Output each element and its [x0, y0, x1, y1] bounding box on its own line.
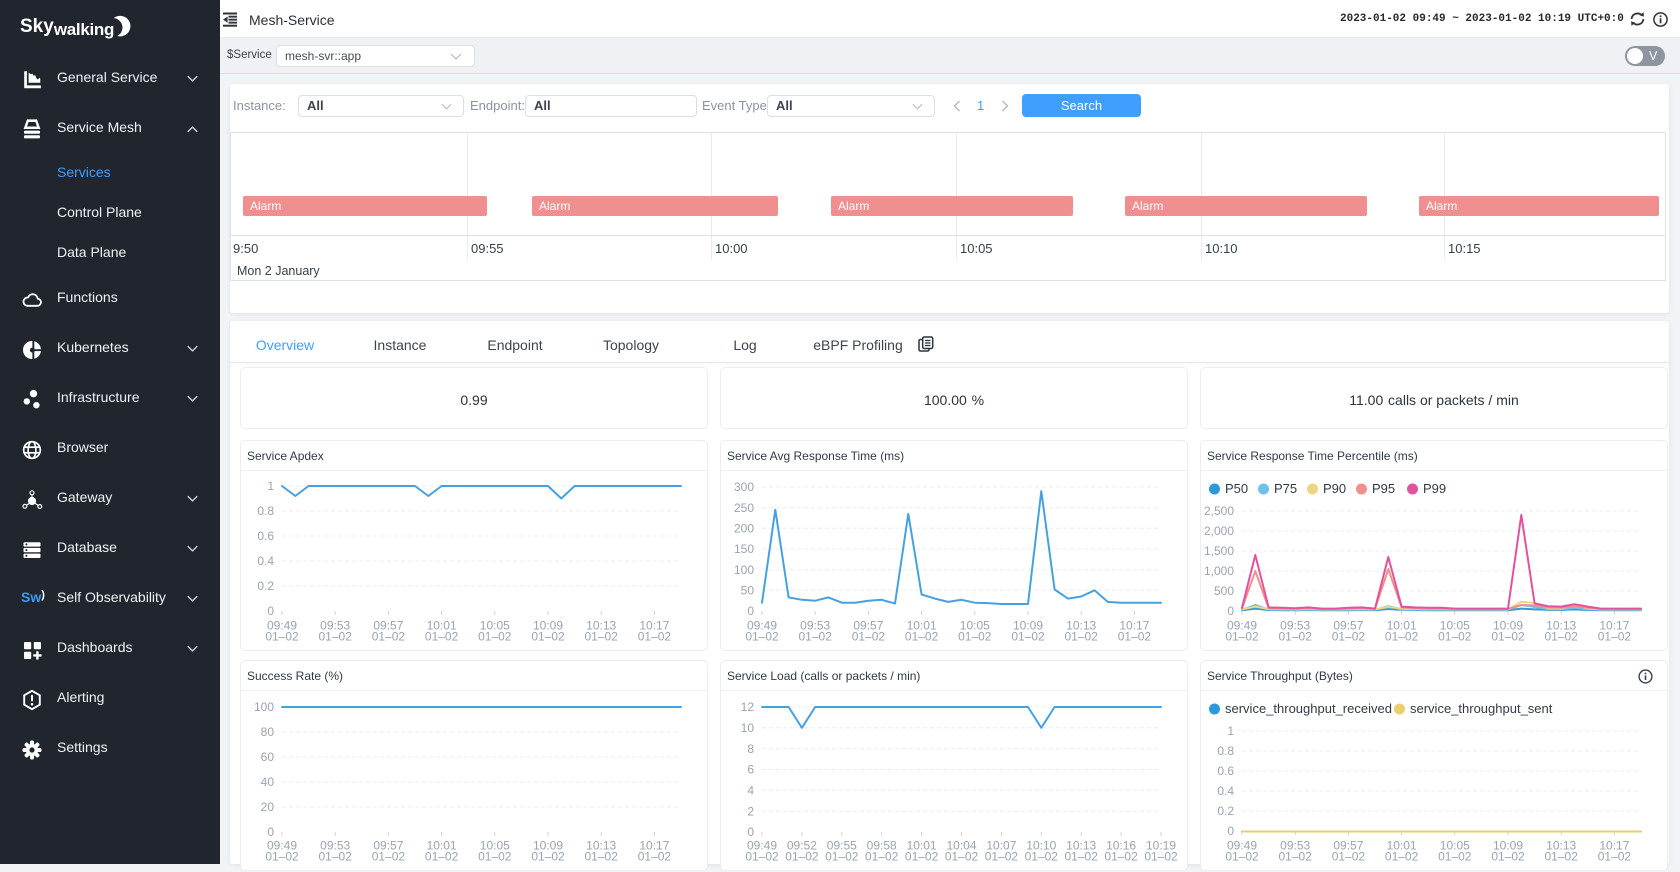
svg-text:500: 500 — [1214, 584, 1234, 598]
svg-text:1: 1 — [1227, 724, 1234, 738]
svg-text:0: 0 — [267, 604, 274, 618]
svg-text:P99: P99 — [1423, 481, 1446, 496]
svg-text:12: 12 — [741, 700, 755, 714]
svg-text:01–02: 01–02 — [745, 850, 779, 864]
svg-text:01–02: 01–02 — [785, 850, 819, 864]
svg-text:0.8: 0.8 — [1217, 744, 1234, 758]
svg-text:01–02: 01–02 — [638, 630, 672, 644]
svg-text:01–02: 01–02 — [372, 630, 406, 644]
svg-text:0.8: 0.8 — [257, 504, 274, 518]
svg-text:1,500: 1,500 — [1204, 544, 1234, 558]
svg-text:1: 1 — [267, 479, 274, 493]
svg-text:100: 100 — [254, 700, 274, 714]
svg-text:50: 50 — [741, 584, 755, 598]
svg-text:01–02: 01–02 — [1025, 850, 1059, 864]
svg-text:01–02: 01–02 — [945, 850, 979, 864]
svg-text:01–02: 01–02 — [1225, 850, 1259, 864]
svg-text:01–02: 01–02 — [319, 630, 353, 644]
svg-text:40: 40 — [261, 775, 275, 789]
svg-text:01–02: 01–02 — [825, 850, 859, 864]
svg-text:1,000: 1,000 — [1204, 564, 1234, 578]
svg-text:01–02: 01–02 — [425, 630, 459, 644]
svg-text:P95: P95 — [1372, 481, 1395, 496]
svg-text:01–02: 01–02 — [585, 850, 619, 864]
svg-text:0: 0 — [747, 825, 754, 839]
svg-text:0.4: 0.4 — [257, 554, 274, 568]
svg-text:0.2: 0.2 — [1217, 804, 1234, 818]
svg-text:150: 150 — [734, 542, 754, 556]
svg-text:01–02: 01–02 — [1491, 850, 1525, 864]
svg-text:0.6: 0.6 — [1217, 764, 1234, 778]
svg-text:01–02: 01–02 — [1279, 850, 1313, 864]
svg-text:01–02: 01–02 — [745, 630, 779, 644]
svg-text:01–02: 01–02 — [905, 630, 939, 644]
svg-text:01–02: 01–02 — [319, 850, 353, 864]
svg-text:01–02: 01–02 — [1545, 630, 1579, 644]
svg-text:200: 200 — [734, 522, 754, 536]
svg-text:01–02: 01–02 — [1279, 630, 1313, 644]
svg-text:service_throughput_sent: service_throughput_sent — [1410, 701, 1553, 716]
svg-text:01–02: 01–02 — [1225, 630, 1259, 644]
svg-text:01–02: 01–02 — [1385, 630, 1419, 644]
svg-text:01–02: 01–02 — [1332, 630, 1366, 644]
svg-text:01–02: 01–02 — [1491, 630, 1525, 644]
svg-text:01–02: 01–02 — [1065, 630, 1099, 644]
svg-text:P75: P75 — [1274, 481, 1297, 496]
svg-text:01–02: 01–02 — [1438, 630, 1472, 644]
svg-text:01–02: 01–02 — [799, 630, 833, 644]
svg-text:01–02: 01–02 — [1598, 850, 1632, 864]
svg-text:01–02: 01–02 — [585, 630, 619, 644]
svg-text:100: 100 — [734, 563, 754, 577]
svg-text:01–02: 01–02 — [1011, 630, 1045, 644]
svg-text:6: 6 — [747, 763, 754, 777]
svg-text:2,500: 2,500 — [1204, 504, 1234, 518]
svg-text:10: 10 — [741, 721, 755, 735]
svg-text:01–02: 01–02 — [905, 850, 939, 864]
svg-text:2,000: 2,000 — [1204, 524, 1234, 538]
svg-text:01–02: 01–02 — [1118, 630, 1152, 644]
svg-text:01–02: 01–02 — [865, 850, 899, 864]
svg-text:01–02: 01–02 — [478, 850, 512, 864]
svg-text:01–02: 01–02 — [1385, 850, 1419, 864]
svg-text:01–02: 01–02 — [1144, 850, 1178, 864]
svg-text:01–02: 01–02 — [638, 850, 672, 864]
svg-text:service_throughput_received: service_throughput_received — [1225, 701, 1392, 716]
svg-text:8: 8 — [747, 742, 754, 756]
svg-text:0: 0 — [1227, 824, 1234, 838]
svg-text:01–02: 01–02 — [985, 850, 1019, 864]
svg-text:01–02: 01–02 — [1438, 850, 1472, 864]
svg-text:0.2: 0.2 — [257, 579, 274, 593]
svg-text:01–02: 01–02 — [478, 630, 512, 644]
svg-text:P50: P50 — [1225, 481, 1248, 496]
svg-text:01–02: 01–02 — [852, 630, 886, 644]
svg-text:01–02: 01–02 — [425, 850, 459, 864]
svg-text:P90: P90 — [1323, 481, 1346, 496]
svg-text:20: 20 — [261, 800, 275, 814]
svg-text:01–02: 01–02 — [1545, 850, 1579, 864]
svg-text:80: 80 — [261, 725, 275, 739]
svg-text:250: 250 — [734, 501, 754, 515]
svg-text:01–02: 01–02 — [531, 630, 565, 644]
svg-text:300: 300 — [734, 480, 754, 494]
svg-text:01–02: 01–02 — [1104, 850, 1138, 864]
svg-text:01–02: 01–02 — [372, 850, 406, 864]
svg-text:2: 2 — [747, 804, 754, 818]
svg-text:01–02: 01–02 — [1065, 850, 1099, 864]
svg-text:0: 0 — [1227, 604, 1234, 618]
svg-text:01–02: 01–02 — [1332, 850, 1366, 864]
svg-text:01–02: 01–02 — [265, 850, 299, 864]
svg-text:0: 0 — [267, 825, 274, 839]
svg-text:4: 4 — [747, 784, 754, 798]
svg-text:60: 60 — [261, 750, 275, 764]
svg-text:01–02: 01–02 — [958, 630, 992, 644]
svg-text:0: 0 — [747, 604, 754, 618]
svg-text:0.6: 0.6 — [257, 529, 274, 543]
svg-text:01–02: 01–02 — [531, 850, 565, 864]
svg-text:01–02: 01–02 — [265, 630, 299, 644]
svg-text:0.4: 0.4 — [1217, 784, 1234, 798]
svg-text:01–02: 01–02 — [1598, 630, 1632, 644]
